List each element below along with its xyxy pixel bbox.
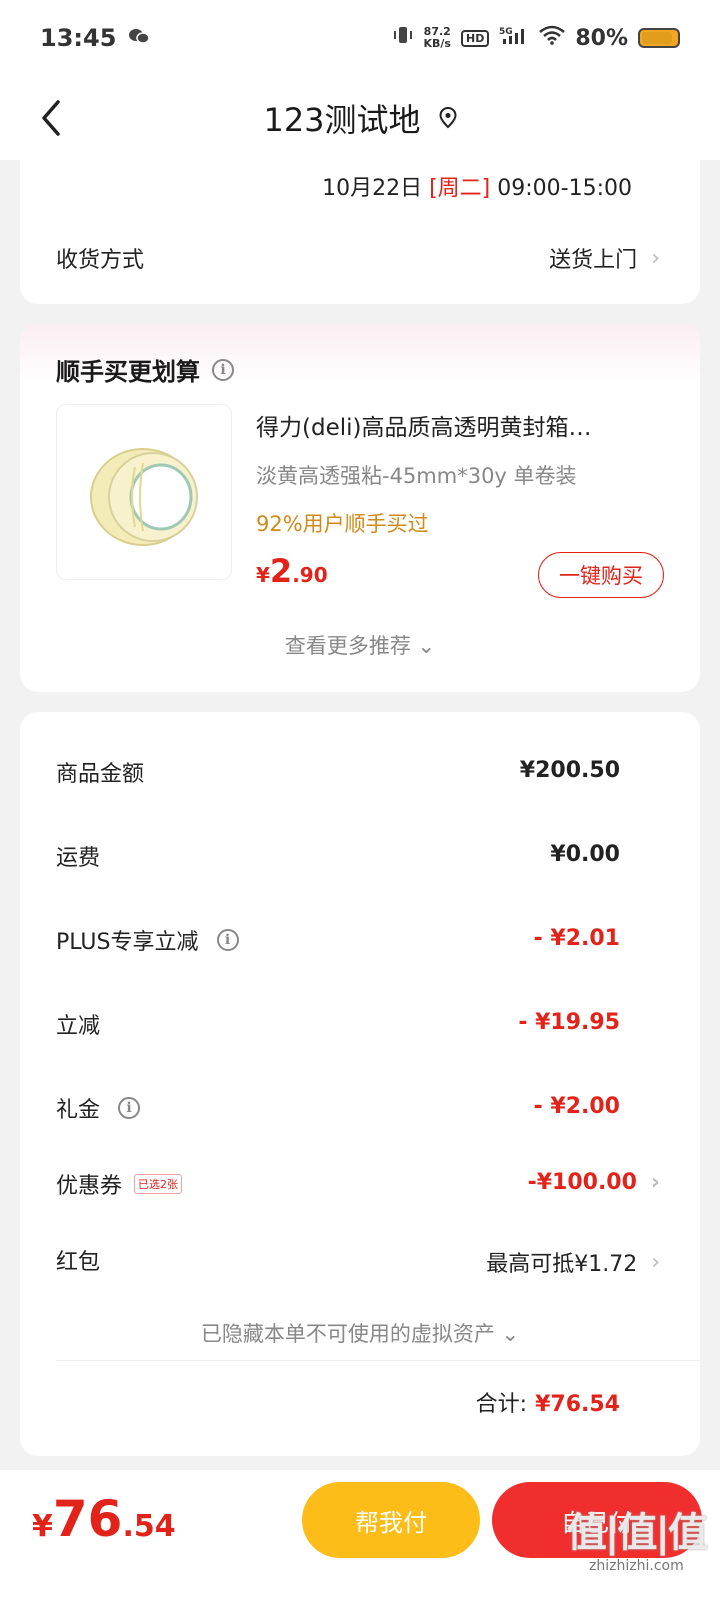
delivery-weekday: [周二]: [429, 176, 491, 201]
info-icon[interactable]: i: [216, 929, 239, 951]
product-hint: 92%用户顺手买过: [256, 512, 429, 536]
network-speed: 87.2 KB/s: [423, 25, 451, 50]
wechat-icon: [128, 26, 151, 50]
site-watermark: 值|值|值 zhizhizhi.com: [566, 1510, 708, 1574]
recommend-title-row: 顺手买更划算 i: [56, 352, 234, 387]
total-value: ¥76.54: [535, 1392, 620, 1417]
product-spec: 淡黄高透强粘-45mm*30y 单卷装: [256, 464, 577, 488]
coupon-selected-badge: 已选2张: [134, 1174, 183, 1194]
red-packet-selector[interactable]: 最高可抵¥1.72 ›: [486, 1246, 660, 1278]
back-arrow-icon[interactable]: [36, 92, 76, 144]
chevron-right-icon: ›: [650, 1170, 660, 1195]
delivery-method-label: 收货方式: [56, 248, 145, 273]
red-packet-label: 红包: [56, 1250, 101, 1275]
product-name[interactable]: 得力(deli)高品质高透明黄封箱…: [256, 408, 656, 442]
signal-5g-icon: 5G: [499, 25, 529, 51]
chevron-right-icon: ›: [651, 245, 660, 271]
coupon-label: 优惠券: [56, 1174, 123, 1199]
one-click-buy-button[interactable]: 一键购买: [538, 552, 664, 598]
hd-badge: HD: [460, 29, 490, 47]
page-header: 123测试地: [0, 76, 720, 160]
status-bar: 13:45 87.2 KB/s HD 5G 80%: [0, 0, 720, 76]
info-icon[interactable]: i: [212, 358, 234, 381]
chevron-right-icon: ›: [651, 1249, 660, 1275]
shipping-value: ¥0.00: [550, 842, 620, 867]
location-pin-icon[interactable]: [439, 106, 457, 129]
help-me-pay-button[interactable]: 帮我付: [302, 1482, 480, 1558]
plus-discount-row-label: PLUS专享立减 i: [56, 924, 239, 956]
wifi-icon: [539, 25, 566, 51]
red-packet-value: 最高可抵¥1.72: [486, 1252, 638, 1277]
delivery-time[interactable]: 10月22日 [周二] 09:00-15:00: [322, 170, 632, 202]
product-price: ¥2.90: [256, 552, 328, 590]
shipping-label: 运费: [56, 846, 101, 871]
coupon-value: -¥100.00: [527, 1170, 637, 1195]
gift-money-value: - ¥2.00: [533, 1094, 620, 1119]
page-title[interactable]: 123测试地: [263, 95, 420, 141]
checkout-price: ¥76.54: [32, 1490, 176, 1548]
vibrate-icon: [392, 25, 414, 51]
svg-text:5G: 5G: [499, 27, 513, 37]
instant-discount-label: 立减: [56, 1014, 101, 1039]
delivery-method-value: 送货上门: [549, 248, 638, 273]
recommend-card: 顺手买更划算 i 得力(deli)高品质高透明黄封箱… 淡黄高透强粘-45mm*…: [20, 324, 700, 692]
plus-discount-label: PLUS专享立减: [56, 930, 199, 955]
goods-amount-label: 商品金额: [56, 762, 145, 787]
recommend-title: 顺手买更划算: [56, 358, 200, 386]
battery-percent: 80%: [575, 25, 628, 51]
gift-money-row-label: 礼金 i: [56, 1092, 141, 1124]
gift-money-label: 礼金: [56, 1098, 101, 1123]
more-recommendations-link[interactable]: 查看更多推荐 ⌄: [20, 630, 700, 660]
plus-discount-value: - ¥2.01: [533, 926, 620, 951]
goods-amount-value: ¥200.50: [519, 758, 620, 783]
order-total: 合计: ¥76.54: [476, 1386, 620, 1418]
delivery-method-selector[interactable]: 送货上门 ›: [549, 242, 660, 274]
divider: [56, 1360, 700, 1361]
info-icon[interactable]: i: [118, 1097, 141, 1119]
coupon-row-label: 优惠券 已选2张: [56, 1168, 183, 1200]
delivery-card: 10月22日 [周二] 09:00-15:00 收货方式 送货上门 ›: [20, 150, 700, 304]
hidden-assets-toggle[interactable]: 已隐藏本单不可使用的虚拟资产 ⌄: [20, 1318, 700, 1348]
coupon-selector[interactable]: -¥100.00 ›: [528, 1170, 660, 1195]
product-image[interactable]: [56, 404, 232, 580]
delivery-time-range: 09:00-15:00: [497, 176, 632, 201]
fee-summary-card: 商品金额 ¥200.50 运费 ¥0.00 PLUS专享立减 i - ¥2.01…: [20, 712, 700, 1456]
battery-icon: [638, 28, 680, 48]
status-time: 13:45: [40, 24, 117, 52]
checkout-bar: ¥76.54 帮我付 自己付 值|值|值 zhizhizhi.com: [0, 1470, 720, 1600]
instant-discount-value: - ¥19.95: [518, 1010, 620, 1035]
delivery-date: 10月22日: [322, 176, 423, 201]
total-label: 合计:: [475, 1392, 528, 1417]
